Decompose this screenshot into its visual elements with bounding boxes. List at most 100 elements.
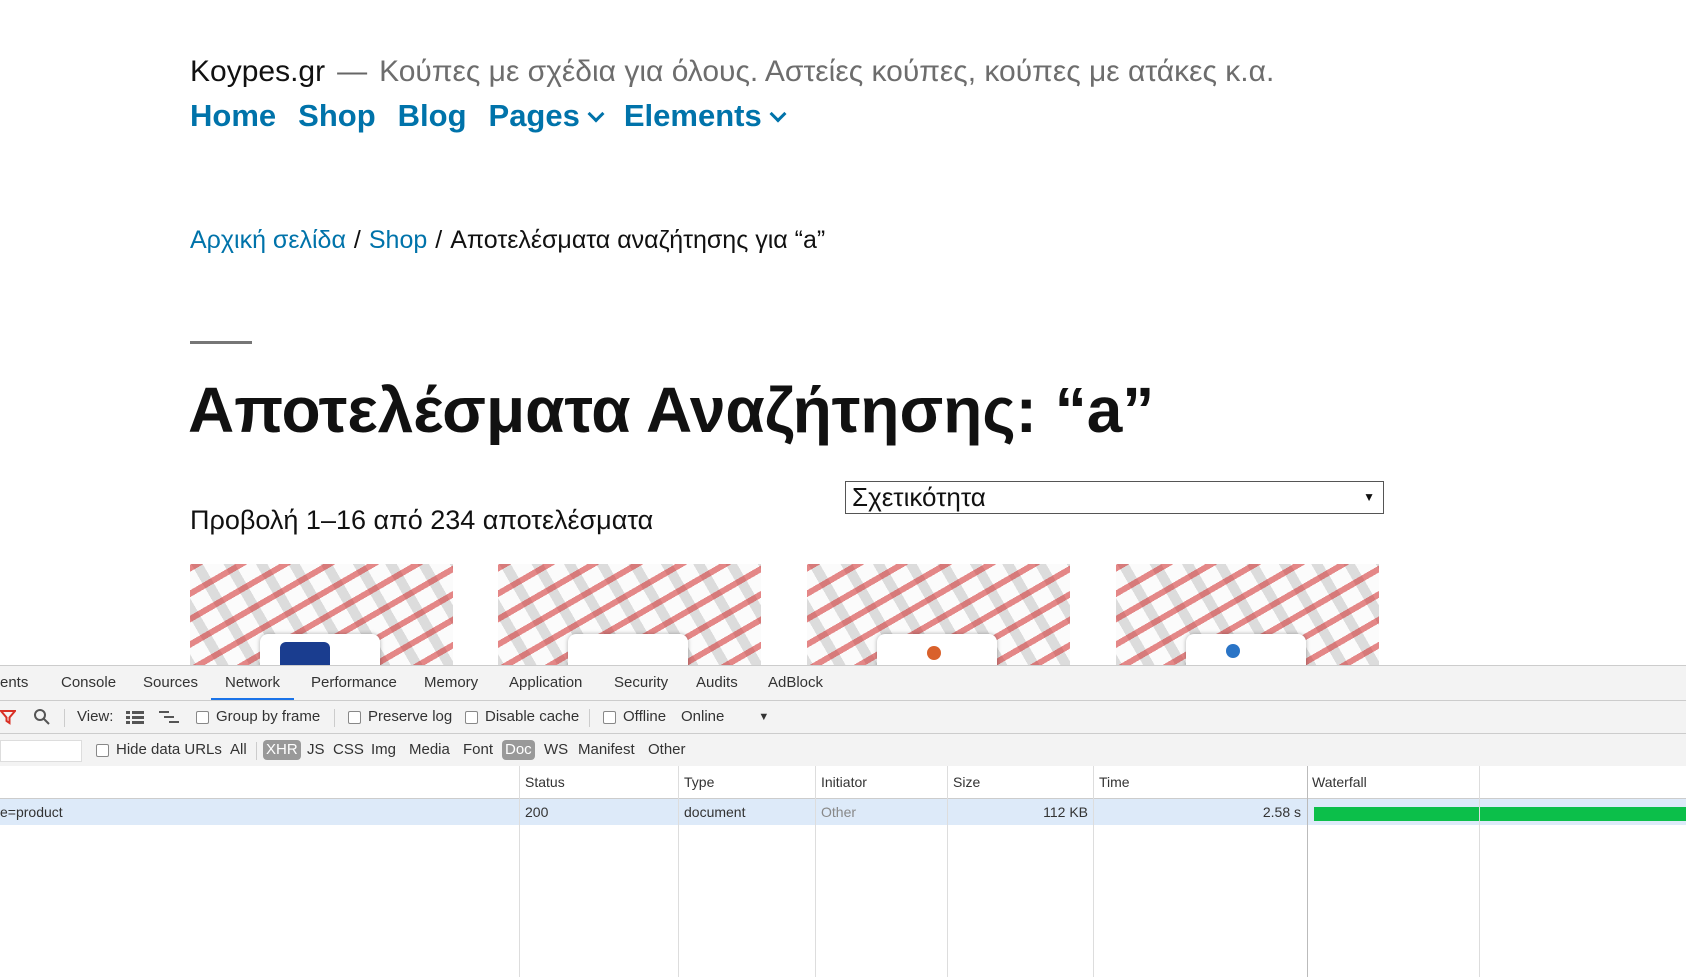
column-time[interactable]: Time [1094,766,1130,798]
page-title: Αποτελέσματα Αναζήτησης: “a” [188,374,1155,446]
checkbox[interactable] [465,710,478,724]
tab-sources[interactable]: Sources [143,666,198,700]
devtools-tabbar: ents Console Sources Network Performance… [0,666,1686,701]
search-icon[interactable] [33,701,51,733]
filter-type-font[interactable]: Font [460,740,496,760]
column-divider [947,766,948,977]
throttle-value: Online [681,708,725,725]
filter-type-other[interactable]: Other [645,740,689,760]
mug-image [877,634,997,665]
group-by-frame-label: Group by frame [216,708,321,725]
column-status[interactable]: Status [520,766,565,798]
filter-type-ws[interactable]: WS [541,740,571,760]
preserve-log-label: Preserve log [368,708,453,725]
dropdown-arrow-icon: ▼ [758,711,770,723]
tab-memory[interactable]: Memory [424,666,478,700]
filter-type-xhr[interactable]: XHR [263,740,301,760]
checkbox[interactable] [96,743,109,757]
nav-pages[interactable]: Pages [488,96,605,136]
overview-icon[interactable] [159,701,179,733]
mug-image [1186,634,1306,665]
heading-divider [190,341,252,344]
tab-network[interactable]: Network [211,666,295,700]
breadcrumb-home[interactable]: Αρχική σελίδα [190,226,346,254]
hide-data-urls-toggle[interactable]: Hide data URLs [96,734,222,766]
sort-select[interactable]: Σχετικότητα ▼ [845,481,1384,514]
checkbox[interactable] [603,710,616,724]
tab-security[interactable]: Security [614,666,668,700]
dropdown-arrow-icon: ▼ [1363,490,1375,504]
nav-shop[interactable]: Shop [298,96,376,136]
filter-type-all[interactable]: All [227,740,250,760]
title-dash: — [337,55,368,88]
column-waterfall[interactable]: Waterfall [1307,766,1367,798]
filter-icon[interactable] [0,701,16,733]
product-thumbnail[interactable] [1116,564,1379,665]
product-thumbnail[interactable] [807,564,1070,665]
column-type[interactable]: Type [679,766,714,798]
column-size[interactable]: Size [948,766,980,798]
offline-label: Offline [623,708,667,725]
filter-bar: Hide data URLs All XHR JS CSS Img Media … [0,734,1686,767]
nav-home-label: Home [190,98,277,133]
table-header: Status Type Initiator Size Time Waterfal… [0,766,1686,799]
column-divider [1093,766,1094,977]
large-rows-icon[interactable] [126,701,144,733]
result-count: Προβολή 1–16 από 234 αποτελέσματα [190,505,654,535]
filter-type-js[interactable]: JS [304,740,328,760]
hide-data-urls-label: Hide data URLs [116,741,222,758]
toolbar-separator [64,709,65,727]
product-thumbnail[interactable] [498,564,761,665]
tab-adblock[interactable]: AdBlock [768,666,823,700]
waterfall-gridline [1479,766,1480,977]
filter-type-doc[interactable]: Doc [502,740,535,760]
nav-blog-label: Blog [397,98,467,133]
filter-type-manifest[interactable]: Manifest [575,740,638,760]
network-toolbar: View: Group by frame Preserve log Disabl… [0,701,1686,734]
website-viewport: Koypes.gr — Κούπες με σχέδια για όλους. Ασ… [0,0,1686,665]
column-divider [678,766,679,977]
request-initiator: Other [821,804,857,820]
tab-elements[interactable]: ents [0,666,28,700]
filter-input[interactable] [0,740,82,762]
nav-pages-label: Pages [488,98,580,133]
tab-audits[interactable]: Audits [696,666,738,700]
offline-toggle[interactable]: Offline [603,701,666,733]
tab-performance[interactable]: Performance [311,666,397,700]
checkbox[interactable] [348,710,361,724]
tab-console[interactable]: Console [61,666,116,700]
chevron-down-icon [769,105,787,123]
request-size: 112 KB [1043,804,1088,820]
filter-type-css[interactable]: CSS [330,740,367,760]
preserve-log-toggle[interactable]: Preserve log [348,701,452,733]
sort-select-value: Σχετικότητα [852,482,986,512]
request-type: document [684,804,746,820]
network-table: Status Type Initiator Size Time Waterfal… [0,766,1686,977]
nav-elements-label: Elements [623,98,762,133]
nav-blog[interactable]: Blog [398,96,467,136]
filter-type-img[interactable]: Img [368,740,399,760]
main-nav: Home Shop Blog Pages Elements [190,96,806,136]
breadcrumb: Αρχική σελίδα / Shop / Αποτελέσματα αναζήτησ… [190,224,825,256]
throttle-select[interactable]: Online ▼ [681,701,769,733]
group-by-frame-toggle[interactable]: Group by frame [196,701,320,733]
checkbox[interactable] [196,710,209,724]
table-row[interactable]: e=product 200 document Other 112 KB 2.58… [0,799,1686,825]
site-tagline: Κούπες με σχέδια για όλους. Αστείες κούπ… [379,55,1275,88]
nav-elements[interactable]: Elements [623,96,787,136]
mug-image [260,634,380,665]
disable-cache-toggle[interactable]: Disable cache [465,701,579,733]
product-thumbnail[interactable] [190,564,453,665]
mug-image [568,634,688,665]
column-divider [815,766,816,977]
column-divider [1307,766,1308,977]
nav-home[interactable]: Home [190,96,276,136]
site-title[interactable]: Koypes.gr [190,55,325,88]
toolbar-separator [589,709,590,727]
filter-type-media[interactable]: Media [406,740,453,760]
tab-application[interactable]: Application [509,666,582,700]
nav-shop-label: Shop [298,98,376,133]
breadcrumb-current: Αποτελέσματα αναζήτησης για “a” [450,226,826,254]
breadcrumb-shop[interactable]: Shop [369,226,427,254]
column-initiator[interactable]: Initiator [816,766,867,798]
